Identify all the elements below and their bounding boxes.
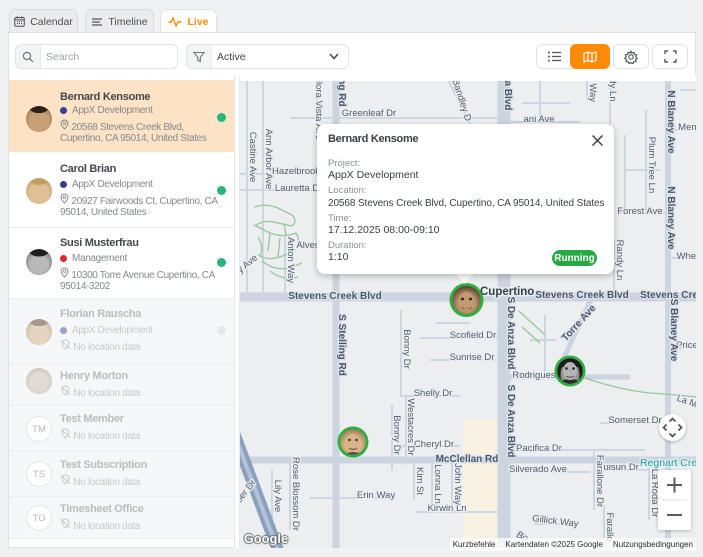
svg-text:Lonna Ln: Lonna Ln (432, 464, 443, 504)
svg-text:S Blaney Ave: S Blaney Ave (668, 299, 679, 362)
svg-text:Silverado Ave: Silverado Ave (509, 464, 567, 475)
svg-text:Bonny Dr: Bonny Dr (401, 329, 412, 369)
svg-text:Cupertino: Cupertino (480, 286, 534, 298)
svg-text:Merri: Merri (678, 122, 696, 133)
svg-text:Torre Ave: Torre Ave (560, 303, 599, 344)
svg-text:Stevens Creek Blvd: Stevens Creek Blvd (288, 291, 381, 302)
svg-text:S De Anza Blvd: S De Anza Blvd (505, 297, 516, 370)
svg-text:Sunrise Dr: Sunrise Dr (450, 352, 495, 363)
svg-text:Cheryl Dr: Cheryl Dr (414, 439, 454, 450)
svg-text:Pacifica Dr: Pacifica Dr (516, 443, 562, 454)
svg-text:Regnart Cree: Regnart Cree (640, 457, 696, 469)
svg-text:Greenleaf Dr: Greenleaf Dr (342, 108, 396, 119)
svg-text:Bandley D: Bandley D (449, 78, 473, 123)
svg-text:Kim St: Kim St (414, 467, 425, 495)
svg-text:La M: La M (675, 393, 696, 411)
svg-text:N Blaney Ave: N Blaney Ave (665, 90, 676, 154)
svg-text:S Stelling Rd: S Stelling Rd (336, 314, 347, 376)
svg-text:John Way: John Way (452, 463, 463, 505)
svg-text:McClellan Rd: McClellan Rd (436, 454, 499, 465)
svg-text:Erin Way: Erin Way (357, 490, 395, 501)
svg-text:Anton Way: Anton Way (285, 237, 296, 283)
svg-text:Gillick Way: Gillick Way (531, 513, 579, 530)
svg-text:Scofield Dr: Scofield Dr (450, 330, 496, 341)
svg-text:dy Ln: dy Ln (607, 78, 618, 101)
svg-text:Whea: Whea (677, 251, 696, 262)
svg-text:Rodrigues: Rodrigues (512, 370, 556, 381)
svg-text:S De Anza Blvd: S De Anza Blvd (505, 385, 516, 458)
svg-text:Randy Ln: Randy Ln (614, 240, 625, 281)
svg-text:Farallone Dr: Farallone Dr (594, 455, 605, 507)
svg-text:Shelly Dr: Shelly Dr (414, 388, 453, 399)
svg-text:Lily Ave: Lily Ave (272, 480, 283, 513)
svg-text:Plum Tree Ln: Plum Tree Ln (646, 137, 657, 194)
svg-text:Stevens Creek Blvd: Stevens Creek Blvd (535, 290, 628, 301)
svg-text:Castine Ave: Castine Ave (247, 132, 258, 183)
svg-text:N Blaney Ave: N Blaney Ave (665, 186, 676, 250)
svg-text:Somerset Dr: Somerset Dr (608, 415, 661, 426)
svg-text:Ann Arbor Ave: Ann Arbor Ave (263, 129, 274, 190)
svg-text:Bonny Dr: Bonny Dr (391, 415, 402, 455)
svg-text:Rose Blossom Dr: Rose Blossom Dr (290, 457, 301, 531)
svg-text:Lauretta D: Lauretta D (275, 183, 319, 194)
svg-text:ry Ave: ry Ave (240, 252, 260, 277)
svg-text:Forest Ave: Forest Ave (617, 206, 662, 217)
svg-text:Hazelbrook: Hazelbrook (272, 166, 320, 177)
svg-text:Westacres Dr: Westacres Dr (405, 398, 416, 455)
